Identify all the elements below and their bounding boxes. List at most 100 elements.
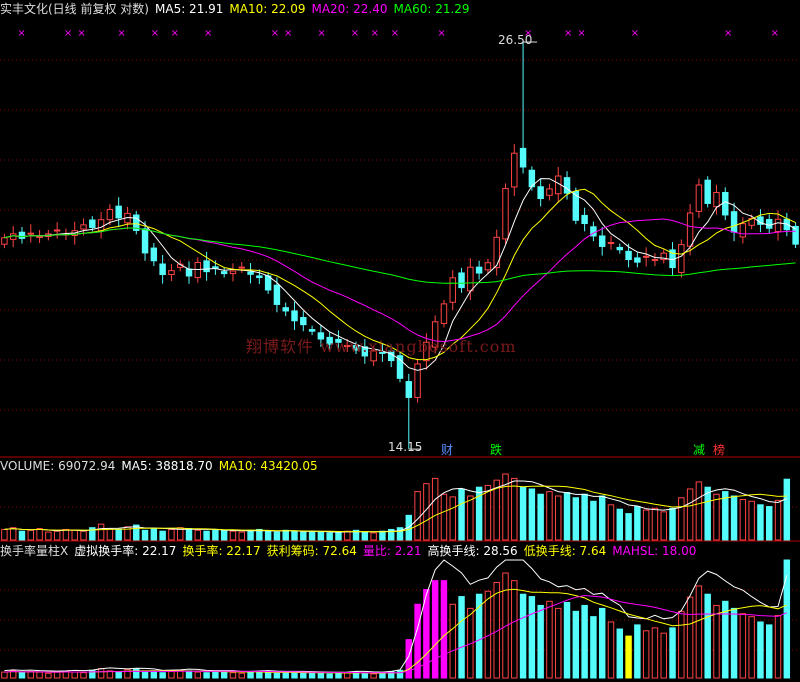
turnover-bar (783, 559, 791, 679)
candle-body (18, 231, 26, 239)
low-price-label: 14.15 (388, 440, 423, 454)
volume-bar (18, 530, 26, 541)
profit-chips: 获利筹码: 72.64 (266, 544, 357, 558)
volume-bar (651, 507, 659, 541)
turnover-bar (695, 585, 703, 679)
turnover-bar (660, 632, 667, 679)
volume-bar (519, 486, 527, 541)
volume-bar (335, 531, 342, 541)
volume-bar (642, 509, 650, 541)
ma-line-ma20 (4, 218, 796, 343)
candle-body (502, 188, 509, 240)
turnover-bar (370, 673, 377, 679)
signal-marker: × (64, 28, 72, 39)
candle-body (704, 179, 711, 204)
volume-bar (774, 499, 782, 541)
turnover-bar (229, 672, 237, 679)
candle-body (291, 310, 298, 322)
turnover-bar (440, 580, 448, 679)
signal-marker: × (284, 28, 292, 39)
low-turnover-line: 低换手线: 7.64 (523, 544, 607, 558)
turnover-bar (264, 672, 272, 679)
badge-finance[interactable]: 财 (440, 444, 454, 457)
volume-bar (467, 495, 474, 541)
ma20-value: MA20: 22.40 (311, 2, 388, 16)
candle-body (203, 260, 210, 273)
turnover-bar (590, 616, 597, 679)
turnover-bar (722, 600, 729, 679)
turnover-bar (713, 604, 720, 679)
candle-body (686, 212, 694, 247)
badge-fall[interactable]: 跌 (489, 444, 503, 457)
candle-body (537, 186, 544, 200)
volume-bar (537, 493, 544, 541)
volume-ma10: MA10: 43420.05 (218, 459, 318, 473)
candle-body (484, 262, 492, 271)
volume-bar (300, 531, 307, 541)
volume-bar (9, 527, 17, 541)
volume-bar (115, 528, 122, 541)
turnover-bar (642, 630, 650, 679)
volume-bar (229, 530, 237, 541)
candle-body (308, 329, 316, 332)
candle-body (106, 208, 114, 221)
turnover-bar (300, 672, 307, 679)
candle-body (581, 214, 588, 225)
candle-body (449, 277, 456, 303)
watermark: 翔博软件 www.xiangbosoft.com (246, 337, 517, 356)
volume-bar (555, 495, 562, 541)
turnover-bar (607, 621, 615, 679)
candle-body (519, 147, 527, 168)
turnover-bar (335, 672, 342, 679)
volume-bar (695, 481, 703, 541)
signal-marker: × (771, 28, 779, 39)
candle-body (300, 317, 307, 326)
candle-body (730, 211, 738, 233)
signal-marker: × (77, 28, 85, 39)
candle-body (80, 224, 87, 230)
volume-bar (159, 530, 166, 541)
volume-bar (616, 508, 624, 541)
volume-bar (783, 478, 791, 541)
signal-marker: × (204, 28, 212, 39)
turnover-bar (150, 670, 158, 679)
volume-bar (546, 491, 553, 541)
volume-bar (185, 528, 193, 541)
turnover-bar (27, 671, 34, 679)
badge-rank[interactable]: 榜 (712, 444, 726, 457)
ma60-value: MA60: 21.29 (393, 2, 470, 16)
candle-body (220, 271, 228, 275)
candle-body (766, 219, 773, 229)
volume-bar (212, 528, 219, 541)
ma-line-ma60 (4, 227, 796, 284)
candle-body (168, 270, 175, 276)
candle-body (229, 270, 237, 275)
turnover-bar (247, 671, 254, 679)
candle-body (273, 284, 281, 305)
volume-bar (247, 529, 254, 541)
signal-marker: × (17, 28, 25, 39)
candle-body (27, 232, 34, 235)
candle-body (53, 229, 61, 232)
volume-bar (370, 532, 377, 541)
signal-marker: × (171, 28, 179, 39)
volume-ma5: MA5: 38818.70 (121, 459, 213, 473)
volume-bar (607, 504, 615, 541)
badge-reduce[interactable]: 减 (692, 444, 706, 457)
volume-bar (264, 530, 272, 541)
volume-bar (739, 499, 747, 541)
turnover-bar (555, 607, 562, 679)
volume-bar (484, 484, 492, 541)
candle-body (115, 205, 122, 219)
candle-body (792, 225, 799, 245)
turnover-bar (97, 668, 105, 679)
volume-bar (317, 531, 325, 541)
candle-body (713, 192, 720, 208)
turnover-bar (686, 596, 694, 679)
turnover-bar (317, 672, 325, 679)
volume-bar (440, 493, 448, 541)
candle-body (678, 244, 685, 273)
signal-marker: × (724, 28, 732, 39)
candle-body (414, 363, 421, 398)
volume-bar (722, 491, 729, 541)
